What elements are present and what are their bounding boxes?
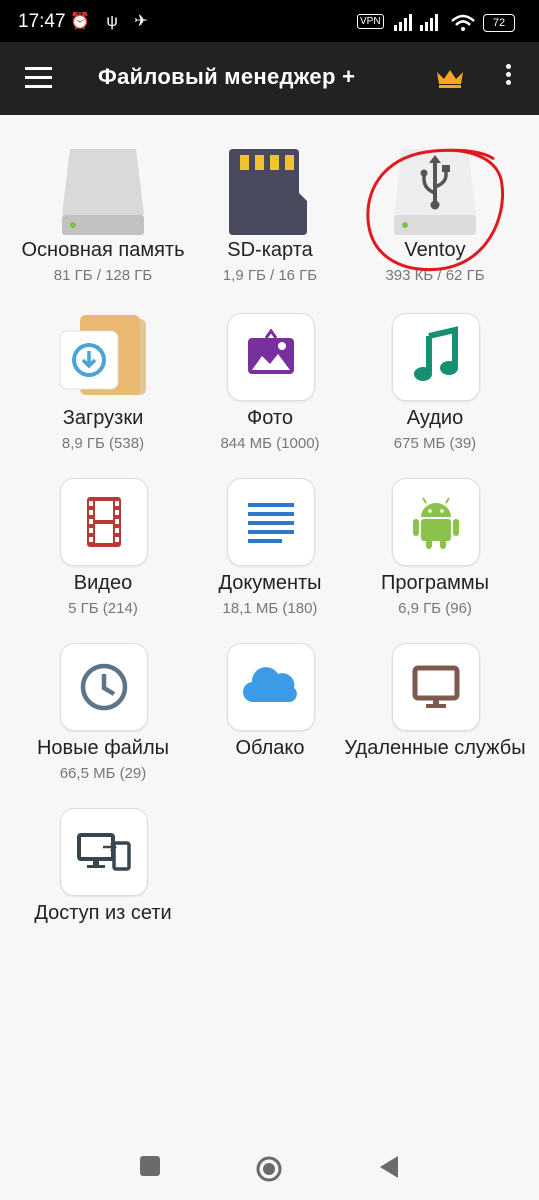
icon-box xyxy=(392,478,480,566)
cloud-icon xyxy=(242,667,297,703)
image-icon xyxy=(248,328,294,374)
tile-label: SD-карта xyxy=(227,239,313,261)
clock-icon xyxy=(80,663,128,711)
menu-icon[interactable] xyxy=(25,67,52,89)
tile-subtitle: 675 МБ (39) xyxy=(393,435,477,452)
app-bar: Файловый менеджер + xyxy=(0,42,539,115)
crown-icon[interactable] xyxy=(435,68,465,88)
red-circle-annotation xyxy=(366,148,505,272)
tile-label: Видео xyxy=(73,572,133,594)
tile-label: Новые файлы xyxy=(36,737,170,759)
internal-storage-icon xyxy=(62,149,144,235)
document-lines-icon xyxy=(248,503,294,543)
status-notification-icons: ⏰ ψ ✈ xyxy=(70,13,154,30)
music-note-icon xyxy=(414,326,458,381)
sd-card-icon xyxy=(229,149,307,235)
status-bar: 17:47 ⏰ ψ ✈ VPN 72 xyxy=(0,0,539,42)
app-title: Файловый менеджер + xyxy=(98,64,356,89)
tile-subtitle: 81 ГБ / 128 ГБ xyxy=(53,267,153,284)
tile-subtitle: 844 МБ (1000) xyxy=(220,435,320,452)
tile-subtitle: 8,9 ГБ (538) xyxy=(61,435,145,452)
tile-label: Аудио xyxy=(406,407,464,429)
signal-icon xyxy=(394,14,475,31)
icon-box xyxy=(392,313,480,401)
icon-box xyxy=(60,478,148,566)
more-options-icon[interactable] xyxy=(502,64,514,92)
icon-box xyxy=(60,643,148,731)
back-button[interactable] xyxy=(378,1155,400,1179)
icon-box xyxy=(227,313,315,401)
battery-icon: 72 xyxy=(483,14,515,32)
status-time: 17:47 xyxy=(18,11,66,32)
tile-label: Удаленные службы xyxy=(344,737,526,759)
tile-subtitle: 1,9 ГБ / 16 ГБ xyxy=(222,267,318,284)
tile-subtitle: 5 ГБ (214) xyxy=(68,600,138,617)
icon-box xyxy=(392,643,480,731)
tile-label: Программы xyxy=(380,572,490,594)
tile-subtitle: 18,1 МБ (180) xyxy=(222,600,318,617)
android-icon xyxy=(413,497,459,549)
navigation-bar xyxy=(0,1135,539,1200)
home-button[interactable] xyxy=(255,1155,283,1183)
downloads-folder-icon xyxy=(59,315,146,395)
recents-button[interactable] xyxy=(139,1155,161,1177)
film-icon xyxy=(87,497,121,547)
tile-label: Фото xyxy=(247,407,293,429)
tile-label: Загрузки xyxy=(62,407,144,429)
vpn-badge: VPN xyxy=(357,14,384,29)
network-devices-icon xyxy=(77,833,131,871)
tile-label: Облако xyxy=(235,737,305,759)
tile-label: Основная память xyxy=(21,239,185,261)
icon-box xyxy=(227,643,315,731)
icon-box xyxy=(227,478,315,566)
tile-subtitle: 6,9 ГБ (96) xyxy=(398,600,472,617)
tile-subtitle: 66,5 МБ (29) xyxy=(59,765,147,782)
monitor-icon xyxy=(412,665,460,708)
tile-label: Документы xyxy=(218,572,322,594)
tile-label: Доступ из сети xyxy=(34,902,172,924)
icon-box xyxy=(60,808,148,896)
